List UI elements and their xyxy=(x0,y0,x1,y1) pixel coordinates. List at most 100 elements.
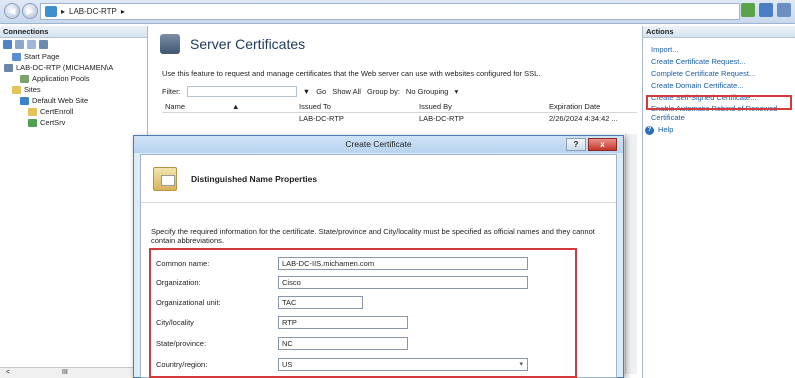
distinguished-name-form: Common name: LAB-DC-IIS.michamen.com Org… xyxy=(149,248,577,378)
label-state: State/province: xyxy=(156,338,207,348)
address-separator-end: ▸ xyxy=(120,7,125,16)
filter-bar: Filter: ▼ Go Show All Group by: No Group… xyxy=(162,86,458,97)
group-by-select[interactable]: No Grouping xyxy=(406,87,449,96)
filter-icon[interactable]: ▼ xyxy=(303,87,310,96)
up-icon[interactable] xyxy=(27,40,36,49)
dialog-help-button[interactable]: ? xyxy=(566,138,586,151)
dialog-title: Create Certificate xyxy=(345,139,412,149)
col-name[interactable]: Name xyxy=(165,102,185,111)
address-path[interactable]: ▸ LAB-DC-RTP ▸ xyxy=(40,3,740,20)
action-create-certificate-request[interactable]: Create Certificate Request... xyxy=(651,56,795,68)
tree-item-label: CertEnroll xyxy=(40,107,74,116)
tree-item-label: Default Web Site xyxy=(32,96,89,105)
scroll-left-icon[interactable]: < xyxy=(6,369,10,376)
dialog-titlebar: Create Certificate ? x xyxy=(134,136,623,153)
certificate-wizard-icon xyxy=(153,166,177,191)
app-pools-icon xyxy=(20,74,29,83)
row-country: Country/region: US ▾ xyxy=(156,357,528,371)
table-row[interactable]: LAB-DC-RTP LAB-DC-RTP 2/26/2024 4:34:42 … xyxy=(162,114,637,134)
wizard-page-title: Distinguished Name Properties xyxy=(191,173,318,184)
action-complete-certificate-request[interactable]: Complete Certificate Request... xyxy=(651,68,795,80)
dialog-body: Distinguished Name Properties Specify th… xyxy=(140,154,617,378)
address-separator: ▸ xyxy=(61,7,66,16)
state-input[interactable]: NC xyxy=(278,336,408,350)
chevron-down-icon[interactable]: ▾ xyxy=(454,87,458,96)
tree-item[interactable]: CertEnroll xyxy=(2,106,147,117)
connections-pane: Connections Start Page LAB-DC-RTP (MICHAM… xyxy=(0,26,148,378)
action-create-domain-certificate[interactable]: Create Domain Certificate... xyxy=(651,80,795,92)
sites-folder-icon xyxy=(12,85,21,94)
globe-icon xyxy=(20,96,29,105)
row-organization: Organization: Cisco xyxy=(156,275,528,289)
connections-tree: Start Page LAB-DC-RTP (MICHAMEN\A Applicat… xyxy=(0,51,147,128)
save-icon[interactable] xyxy=(15,40,24,49)
tree-item[interactable]: CertSrv xyxy=(2,117,147,128)
label-country: Country/region: xyxy=(156,359,208,369)
server-icon xyxy=(4,63,13,72)
scroll-thumb[interactable]: III xyxy=(62,369,68,376)
help-icon[interactable] xyxy=(777,3,791,17)
connections-toolbar xyxy=(0,38,147,51)
sort-icon: ▲ xyxy=(232,102,240,111)
feature-description: Use this feature to request and manage c… xyxy=(162,69,541,78)
organization-input[interactable]: Cisco xyxy=(278,275,528,289)
col-issued-to[interactable]: Issued To xyxy=(299,102,331,111)
tree-item-label: Application Pools xyxy=(32,74,90,83)
wizard-instructions: Specify the required information for the… xyxy=(151,227,595,245)
help-icon: ? xyxy=(645,125,654,135)
back-button[interactable]: ◀ xyxy=(4,3,20,19)
city-input[interactable]: RTP xyxy=(278,315,408,329)
action-help-label: Help xyxy=(658,125,674,134)
server-certificates-icon xyxy=(160,34,180,54)
go-button[interactable]: Go xyxy=(316,87,326,96)
chevron-down-icon[interactable]: ▾ xyxy=(519,359,523,370)
grid-header: Name ▲ Issued To Issued By Expiration Da… xyxy=(162,102,637,113)
feature-title: Server Certificates xyxy=(160,34,305,54)
label-common-name: Common name: xyxy=(156,258,210,268)
actions-pane: Actions Import... Create Certificate Req… xyxy=(642,26,795,378)
forward-button[interactable]: ▶ xyxy=(22,3,38,19)
tree-item-label: Start Page xyxy=(24,52,60,61)
cell-issued-by: LAB-DC-RTP xyxy=(419,114,464,123)
folder-icon xyxy=(28,107,37,116)
label-org-unit: Organizational unit: xyxy=(156,297,221,307)
tree-item[interactable]: Sites xyxy=(2,84,147,95)
org-unit-input[interactable]: TAC xyxy=(278,295,363,309)
filter-input[interactable] xyxy=(186,86,297,97)
action-import[interactable]: Import... xyxy=(651,44,795,56)
col-expiration[interactable]: Expiration Date xyxy=(549,102,600,111)
tree-item-label: CertSrv xyxy=(40,118,66,127)
tree-item[interactable]: Application Pools xyxy=(2,73,147,84)
stop-icon[interactable] xyxy=(759,3,773,17)
tree-item[interactable]: LAB-DC-RTP (MICHAMEN\A xyxy=(2,62,147,73)
vertical-scrollbar[interactable] xyxy=(625,134,637,374)
row-state: State/province: NC xyxy=(156,336,408,350)
col-issued-by[interactable]: Issued By xyxy=(419,102,452,111)
show-all-button[interactable]: Show All xyxy=(332,87,361,96)
connections-icon[interactable] xyxy=(39,40,48,49)
refresh-icon[interactable] xyxy=(741,3,755,17)
connect-icon[interactable] xyxy=(3,40,12,49)
address-path-text: LAB-DC-RTP xyxy=(69,7,117,16)
row-city: City/locality RTP xyxy=(156,315,408,329)
dialog-close-button[interactable]: x xyxy=(588,138,617,151)
label-organization: Organization: xyxy=(156,277,201,287)
cell-expiration: 2/26/2024 4:34:42 ... xyxy=(549,114,618,123)
window-tools xyxy=(741,3,791,17)
tree-item[interactable]: Default Web Site xyxy=(2,95,147,106)
row-org-unit: Organizational unit: TAC xyxy=(156,295,363,309)
action-help[interactable]: ? Help xyxy=(645,124,795,136)
country-select-value: US xyxy=(282,359,293,369)
tree-item-label: LAB-DC-RTP (MICHAMEN\A xyxy=(16,63,114,72)
tree-item[interactable]: Start Page xyxy=(2,51,147,62)
connections-header: Connections xyxy=(0,26,147,38)
actions-header: Actions xyxy=(643,26,795,38)
highlight-box-domain-certificate xyxy=(646,95,792,110)
group-by-label: Group by: xyxy=(366,87,400,96)
tree-item-label: Sites xyxy=(24,85,41,94)
common-name-input[interactable]: LAB-DC-IIS.michamen.com xyxy=(278,256,528,270)
app-icon xyxy=(28,118,37,127)
connections-scrollbar[interactable]: < III xyxy=(0,367,148,378)
page-title: Server Certificates xyxy=(190,36,306,52)
country-select[interactable]: US ▾ xyxy=(278,357,528,371)
